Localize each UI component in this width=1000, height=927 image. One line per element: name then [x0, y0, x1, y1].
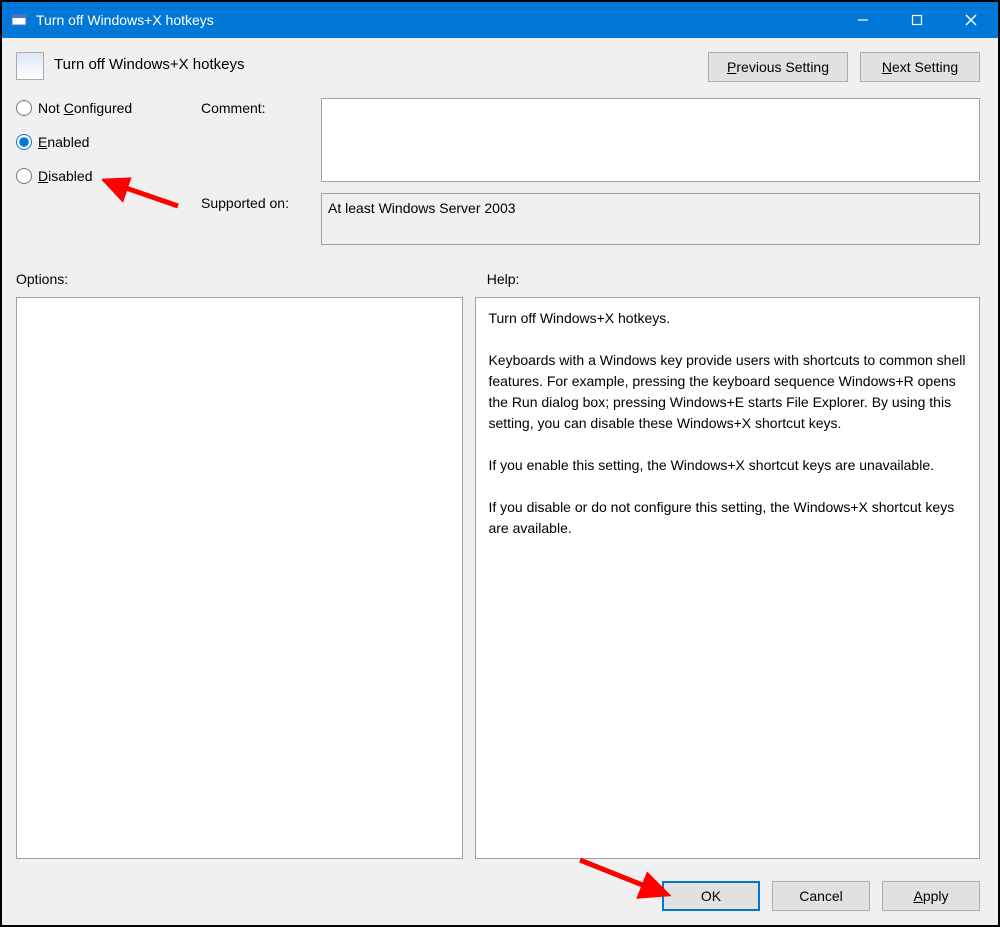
comment-label: Comment: — [201, 98, 311, 116]
state-radio-group: Not Configured Enabled Disabled — [16, 98, 191, 184]
content-area: Turn off Windows+X hotkeys Previous Sett… — [2, 38, 998, 925]
nav-buttons: Previous Setting Next Setting — [708, 52, 980, 82]
previous-setting-button[interactable]: Previous Setting — [708, 52, 848, 82]
radio-enabled-input[interactable] — [16, 134, 32, 150]
next-setting-button[interactable]: Next Setting — [860, 52, 980, 82]
footer-buttons: OK Cancel Apply — [16, 869, 980, 911]
page-title: Turn off Windows+X hotkeys — [54, 52, 698, 73]
lower-labels: Options: Help: — [16, 271, 980, 287]
options-pane — [16, 297, 463, 859]
cancel-button[interactable]: Cancel — [772, 881, 870, 911]
radio-disabled-input[interactable] — [16, 168, 32, 184]
lower-panes: Turn off Windows+X hotkeys. Keyboards wi… — [16, 297, 980, 859]
options-label: Options: — [16, 271, 479, 287]
radio-not-configured[interactable]: Not Configured — [16, 100, 191, 116]
comment-textarea[interactable] — [321, 98, 980, 182]
app-icon — [10, 11, 28, 29]
ok-button[interactable]: OK — [662, 881, 760, 911]
supported-on-label: Supported on: — [201, 193, 311, 211]
help-label: Help: — [479, 271, 980, 287]
window-title: Turn off Windows+X hotkeys — [36, 12, 836, 28]
policy-icon — [16, 52, 44, 80]
comment-field-wrapper — [321, 98, 980, 185]
radio-not-configured-input[interactable] — [16, 100, 32, 116]
supported-on-field-wrapper: At least Windows Server 2003 — [321, 193, 980, 245]
maximize-button[interactable] — [890, 2, 944, 38]
close-button[interactable] — [944, 2, 998, 38]
radio-enabled[interactable]: Enabled — [16, 134, 191, 150]
help-pane: Turn off Windows+X hotkeys. Keyboards wi… — [475, 297, 980, 859]
header-row: Turn off Windows+X hotkeys Previous Sett… — [16, 52, 980, 82]
titlebar: Turn off Windows+X hotkeys — [2, 2, 998, 38]
window-controls — [836, 2, 998, 38]
supported-on-box: At least Windows Server 2003 — [321, 193, 980, 245]
minimize-button[interactable] — [836, 2, 890, 38]
gpo-editor-window: Turn off Windows+X hotkeys Turn off Wind… — [2, 2, 998, 925]
config-grid: Not Configured Enabled Disabled Comment:… — [16, 98, 980, 245]
radio-disabled[interactable]: Disabled — [16, 168, 191, 184]
apply-button[interactable]: Apply — [882, 881, 980, 911]
